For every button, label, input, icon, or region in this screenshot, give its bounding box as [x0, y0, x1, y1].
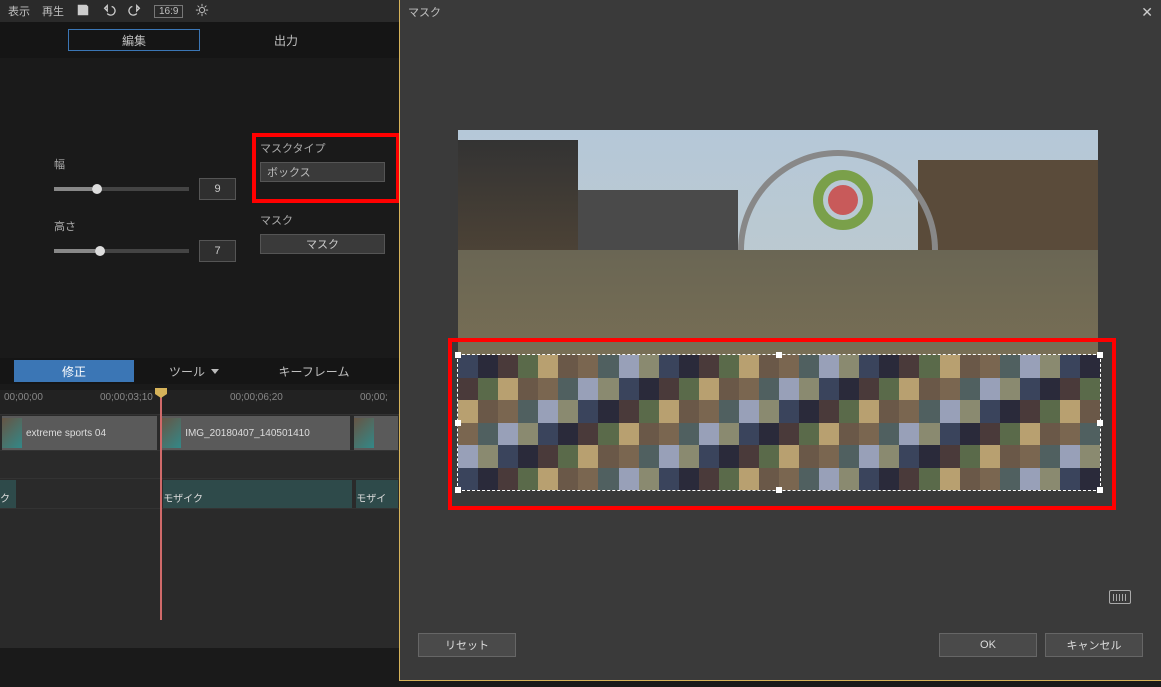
clip-label: IMG_20180407_140501410: [185, 428, 310, 439]
mask-button[interactable]: マスク: [260, 234, 385, 254]
timecode: 00;00;: [360, 392, 388, 403]
ok-button[interactable]: OK: [939, 633, 1037, 657]
clip-thumbnail: [161, 418, 181, 448]
height-value[interactable]: 7: [199, 240, 236, 262]
width-slider[interactable]: [54, 187, 189, 191]
timecode: 00;00;03;10: [100, 392, 153, 403]
timecode: 00;00;06;20: [230, 392, 283, 403]
mask-label: マスク: [260, 212, 400, 228]
clip-thumbnail: [354, 418, 374, 448]
undo-icon[interactable]: [102, 3, 116, 20]
width-label: 幅: [54, 156, 236, 172]
dialog-title: マスク: [408, 4, 441, 20]
video-clip[interactable]: [354, 416, 398, 450]
video-clip[interactable]: IMG_20180407_140501410: [161, 416, 350, 450]
video-clip[interactable]: extreme sports 04: [2, 416, 157, 450]
redo-icon[interactable]: [128, 3, 142, 20]
clip-label: モザイ: [356, 490, 386, 505]
height-slider[interactable]: [54, 249, 189, 253]
settings-icon[interactable]: [195, 3, 209, 20]
playhead[interactable]: [160, 390, 162, 620]
height-label: 高さ: [54, 218, 236, 234]
keyboard-icon[interactable]: [1109, 590, 1131, 604]
highlight-mask-type: [252, 133, 400, 203]
close-icon[interactable]: ✕: [1141, 4, 1153, 21]
cancel-button[interactable]: キャンセル: [1045, 633, 1143, 657]
menu-display[interactable]: 表示: [8, 3, 30, 19]
save-icon[interactable]: [76, 3, 90, 20]
reset-button[interactable]: リセット: [418, 633, 516, 657]
clip-label: extreme sports 04: [26, 428, 106, 439]
highlight-mask-area: [448, 338, 1116, 510]
menu-playback[interactable]: 再生: [42, 3, 64, 19]
timecode: 00;00;00: [4, 392, 43, 403]
clip-label: ク: [0, 490, 10, 505]
width-value[interactable]: 9: [199, 178, 236, 200]
tab-output[interactable]: 出力: [220, 29, 352, 51]
aspect-ratio-selector[interactable]: 16:9: [154, 5, 183, 18]
subtab-tool[interactable]: ツール: [134, 360, 254, 382]
timeline-ruler[interactable]: 00;00;00 00;00;03;10 00;00;06;20 00;00;: [0, 390, 400, 414]
clip-label: モザイク: [163, 490, 203, 505]
subtab-fix[interactable]: 修正: [14, 360, 134, 382]
chevron-down-icon: [211, 369, 219, 374]
subtab-keyframe[interactable]: キーフレーム: [254, 360, 374, 382]
tab-edit[interactable]: 編集: [68, 29, 200, 51]
clip-thumbnail: [2, 418, 22, 448]
